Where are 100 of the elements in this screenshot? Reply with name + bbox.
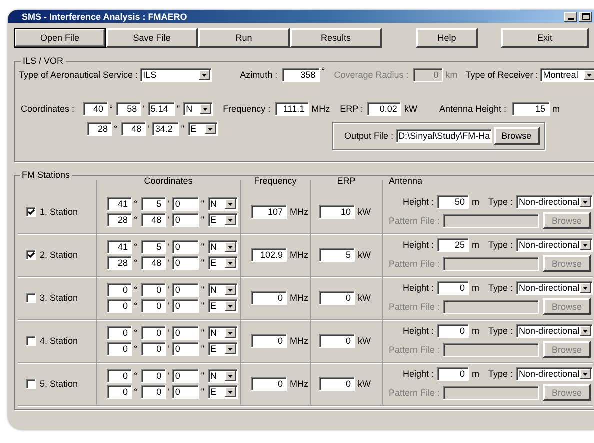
minutes-field[interactable]: 0 bbox=[140, 283, 166, 297]
dropdown-arrow-icon bbox=[228, 374, 233, 378]
antenna-height-field[interactable]: 15 bbox=[512, 102, 550, 116]
column-heading: Coordinates bbox=[142, 176, 195, 186]
seconds-field[interactable]: 0 bbox=[172, 213, 200, 227]
degrees-field[interactable]: 0 bbox=[107, 326, 132, 340]
erp-field[interactable]: 0 bbox=[319, 377, 355, 391]
degrees-field[interactable]: 0 bbox=[107, 342, 132, 356]
degrees-field[interactable]: 41 bbox=[107, 197, 132, 211]
field-label: Type : bbox=[488, 240, 514, 250]
toolbar-button[interactable]: Exit bbox=[501, 28, 589, 48]
group-title: ILS / VOR bbox=[22, 56, 65, 66]
erp-field[interactable]: 5 bbox=[319, 248, 355, 262]
height-field[interactable]: 0 bbox=[437, 281, 470, 295]
height-field[interactable]: 25 bbox=[437, 238, 470, 252]
minimize-icon bbox=[568, 18, 574, 20]
seconds-field[interactable]: 0 bbox=[172, 197, 200, 211]
minutes-field[interactable]: 0 bbox=[140, 369, 166, 383]
output-file-field[interactable]: D:\Sinyal\Study\FM-Ha bbox=[396, 129, 492, 143]
seconds-field[interactable]: 0 bbox=[172, 299, 200, 313]
minutes-field[interactable]: 0 bbox=[140, 326, 166, 340]
seconds-field[interactable]: 0 bbox=[172, 342, 200, 356]
toolbar-button[interactable]: Results bbox=[290, 28, 382, 48]
hemisphere-dropdown[interactable]: N bbox=[208, 369, 238, 383]
browse-button[interactable]: Browse bbox=[494, 127, 540, 145]
antenna-type-dropdown[interactable]: Non-directional bbox=[516, 324, 594, 338]
hemisphere-dropdown[interactable]: E bbox=[208, 299, 238, 313]
hemisphere-dropdown[interactable]: N bbox=[208, 283, 238, 297]
antenna-type-dropdown[interactable]: Non-directional bbox=[516, 367, 594, 381]
frequency-field[interactable]: 107 bbox=[251, 205, 287, 219]
frequency-field[interactable]: 102.9 bbox=[251, 248, 287, 262]
service-dropdown[interactable]: ILS bbox=[140, 68, 212, 82]
antenna-type-dropdown[interactable]: Non-directional bbox=[516, 281, 594, 295]
hemisphere-dropdown[interactable]: E bbox=[208, 385, 238, 399]
azimuth-field[interactable]: 358 bbox=[282, 68, 320, 82]
erp-field[interactable]: 10 bbox=[319, 205, 355, 219]
toolbar-button[interactable]: Run bbox=[198, 28, 290, 48]
minutes-field[interactable]: 5 bbox=[140, 197, 166, 211]
seconds-field[interactable]: 0 bbox=[172, 283, 200, 297]
toolbar-button[interactable]: Open File bbox=[14, 28, 106, 48]
minutes-field[interactable]: 58 bbox=[116, 102, 142, 116]
seconds-field[interactable]: 0 bbox=[172, 385, 200, 399]
erp-field[interactable]: 0 bbox=[319, 334, 355, 348]
receiver-dropdown[interactable]: Montreal bbox=[540, 68, 594, 82]
height-field[interactable]: 0 bbox=[437, 324, 470, 338]
unit-label: " bbox=[201, 301, 205, 311]
unit-label: kW bbox=[358, 207, 371, 217]
antenna-type-dropdown[interactable]: Non-directional bbox=[516, 238, 594, 252]
checkbox[interactable] bbox=[26, 336, 36, 346]
checkbox[interactable] bbox=[26, 293, 36, 303]
dropdown-arrow-icon bbox=[228, 304, 233, 308]
minutes-field[interactable]: 0 bbox=[140, 385, 166, 399]
height-field[interactable]: 0 bbox=[437, 367, 470, 381]
seconds-field[interactable]: 0 bbox=[172, 256, 200, 270]
seconds-field[interactable]: 0 bbox=[172, 326, 200, 340]
hemisphere-dropdown[interactable]: N bbox=[208, 326, 238, 340]
minutes-field[interactable]: 0 bbox=[140, 299, 166, 313]
frequency-field[interactable]: 0 bbox=[251, 334, 287, 348]
toolbar-button[interactable]: Save File bbox=[106, 28, 198, 48]
seconds-field[interactable]: 0 bbox=[172, 369, 200, 383]
hemisphere-dropdown[interactable]: E bbox=[208, 256, 238, 270]
hemisphere-dropdown[interactable]: N bbox=[183, 102, 214, 116]
frequency-field[interactable]: 0 bbox=[251, 377, 287, 391]
degrees-field[interactable]: 0 bbox=[107, 283, 132, 297]
frequency-field[interactable]: 0 bbox=[251, 291, 287, 305]
degrees-field[interactable]: 28 bbox=[107, 213, 132, 227]
hemisphere-dropdown[interactable]: E bbox=[188, 122, 218, 136]
seconds-field[interactable]: 0 bbox=[172, 240, 200, 254]
degrees-field[interactable]: 41 bbox=[107, 240, 132, 254]
unit-label: kW bbox=[358, 250, 371, 260]
minutes-field[interactable]: 5 bbox=[140, 240, 166, 254]
degrees-field[interactable]: 28 bbox=[87, 122, 112, 136]
minimize-button[interactable] bbox=[564, 12, 577, 22]
minutes-field[interactable]: 48 bbox=[140, 213, 166, 227]
minutes-field[interactable]: 48 bbox=[120, 122, 146, 136]
erp-field[interactable]: 0 bbox=[319, 291, 355, 305]
frequency-field[interactable]: 111.1 bbox=[274, 102, 309, 116]
degrees-field[interactable]: 40 bbox=[82, 102, 108, 116]
column-heading: Antenna bbox=[387, 176, 425, 186]
checkbox[interactable] bbox=[26, 250, 36, 260]
hemisphere-dropdown[interactable]: E bbox=[208, 342, 238, 356]
seconds-field[interactable]: 34.2 bbox=[152, 122, 180, 136]
minutes-field[interactable]: 48 bbox=[140, 256, 166, 270]
seconds-field[interactable]: 5.14 bbox=[148, 102, 175, 116]
checkbox[interactable] bbox=[26, 207, 36, 217]
hemisphere-dropdown[interactable]: N bbox=[208, 197, 238, 211]
minutes-field[interactable]: 0 bbox=[140, 342, 166, 356]
toolbar-button[interactable]: Help bbox=[416, 28, 478, 48]
maximize-button[interactable] bbox=[579, 12, 592, 22]
degrees-field[interactable]: 0 bbox=[107, 299, 132, 313]
antenna-type-dropdown[interactable]: Non-directional bbox=[516, 195, 594, 209]
checkbox[interactable] bbox=[26, 379, 36, 389]
degrees-field[interactable]: 28 bbox=[107, 256, 132, 270]
hemisphere-dropdown[interactable]: N bbox=[208, 240, 238, 254]
erp-field[interactable]: 0.02 bbox=[367, 102, 402, 116]
height-field[interactable]: 50 bbox=[437, 195, 470, 209]
degrees-field[interactable]: 0 bbox=[107, 385, 132, 399]
unit-label: m bbox=[472, 240, 480, 250]
hemisphere-dropdown[interactable]: E bbox=[208, 213, 238, 227]
degrees-field[interactable]: 0 bbox=[107, 369, 132, 383]
